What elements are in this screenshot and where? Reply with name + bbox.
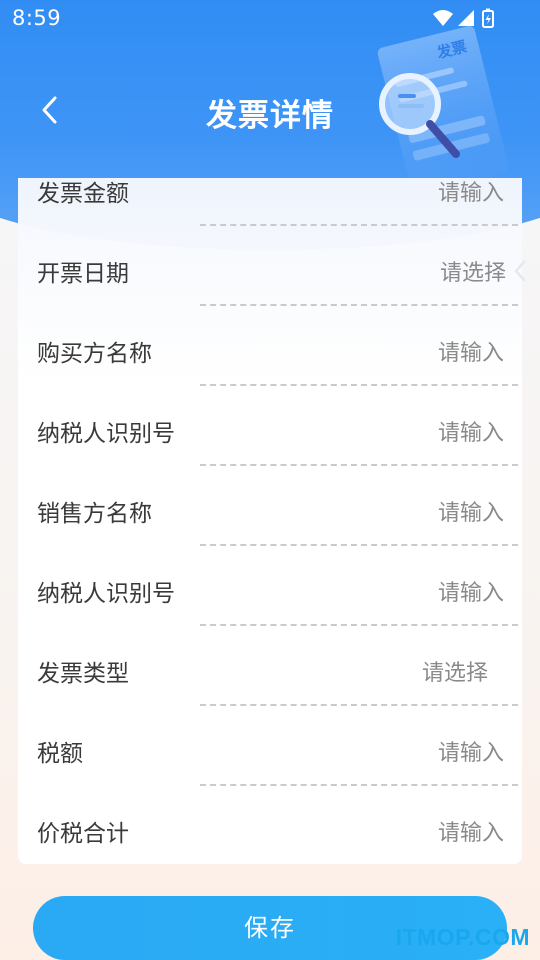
field-label: 开票日期 <box>37 261 129 287</box>
field-label: 纳税人识别号 <box>37 581 175 607</box>
field-label: 发票类型 <box>37 661 129 687</box>
wifi-icon <box>433 10 453 26</box>
form-row-amount: 发票金额 请输入 <box>18 178 522 258</box>
dashed-divider <box>200 784 518 786</box>
status-time: 8:59 <box>12 6 62 30</box>
battery-icon <box>482 8 494 28</box>
dashed-divider <box>200 464 518 466</box>
dashed-divider <box>200 304 518 306</box>
form-row-tax-amount: 税额 请输入 <box>18 738 522 818</box>
status-icons <box>433 8 494 28</box>
field-label: 发票金额 <box>37 181 129 207</box>
form-row-seller-name: 销售方名称 请输入 <box>18 498 522 578</box>
page-title-text: 发票详情 <box>206 98 334 134</box>
signal-icon <box>458 10 474 26</box>
dashed-divider <box>200 224 518 226</box>
dashed-divider <box>200 544 518 546</box>
invoice-form-card: 发票金额 请输入 开票日期 请选择 购买方名称 请输入 纳税人识别号 请输入 销… <box>18 178 522 864</box>
field-label: 价税合计 <box>37 821 129 847</box>
page-title: 发票详情 <box>0 90 540 135</box>
seller-tax-id-input[interactable]: 请输入 <box>438 578 504 610</box>
total-input[interactable]: 请输入 <box>438 818 504 850</box>
form-row-total: 价税合计 请输入 <box>18 818 522 864</box>
seller-name-input[interactable]: 请输入 <box>438 498 504 530</box>
invoice-detail-page: 8:59 发票 发票详情 发票金额 请输入 开票日期 请选择 购买方名称 请输入… <box>0 0 540 960</box>
field-label: 购买方名称 <box>37 341 152 367</box>
dashed-divider <box>200 704 518 706</box>
amount-input[interactable]: 请输入 <box>438 178 504 210</box>
watermark: ITMOP.COM <box>395 924 530 950</box>
invoice-type-select[interactable]: 请选择 <box>422 658 488 690</box>
top-bar: 发票详情 <box>0 70 540 150</box>
tax-amount-input[interactable]: 请输入 <box>438 738 504 770</box>
form-row-buyer-tax-id: 纳税人识别号 请输入 <box>18 418 522 498</box>
dashed-divider <box>200 624 518 626</box>
form-row-issue-date: 开票日期 请选择 <box>18 258 522 338</box>
dashed-divider <box>200 384 518 386</box>
form-row-invoice-type: 发票类型 请选择 <box>18 658 522 738</box>
chevron-left-icon <box>514 260 526 282</box>
buyer-tax-id-input[interactable]: 请输入 <box>438 418 504 450</box>
field-label: 销售方名称 <box>37 501 152 527</box>
issue-date-select[interactable]: 请选择 <box>440 258 506 290</box>
form-row-seller-tax-id: 纳税人识别号 请输入 <box>18 578 522 658</box>
field-label: 纳税人识别号 <box>37 421 175 447</box>
form-row-buyer-name: 购买方名称 请输入 <box>18 338 522 418</box>
field-label: 税额 <box>37 741 83 767</box>
buyer-name-input[interactable]: 请输入 <box>438 338 504 370</box>
